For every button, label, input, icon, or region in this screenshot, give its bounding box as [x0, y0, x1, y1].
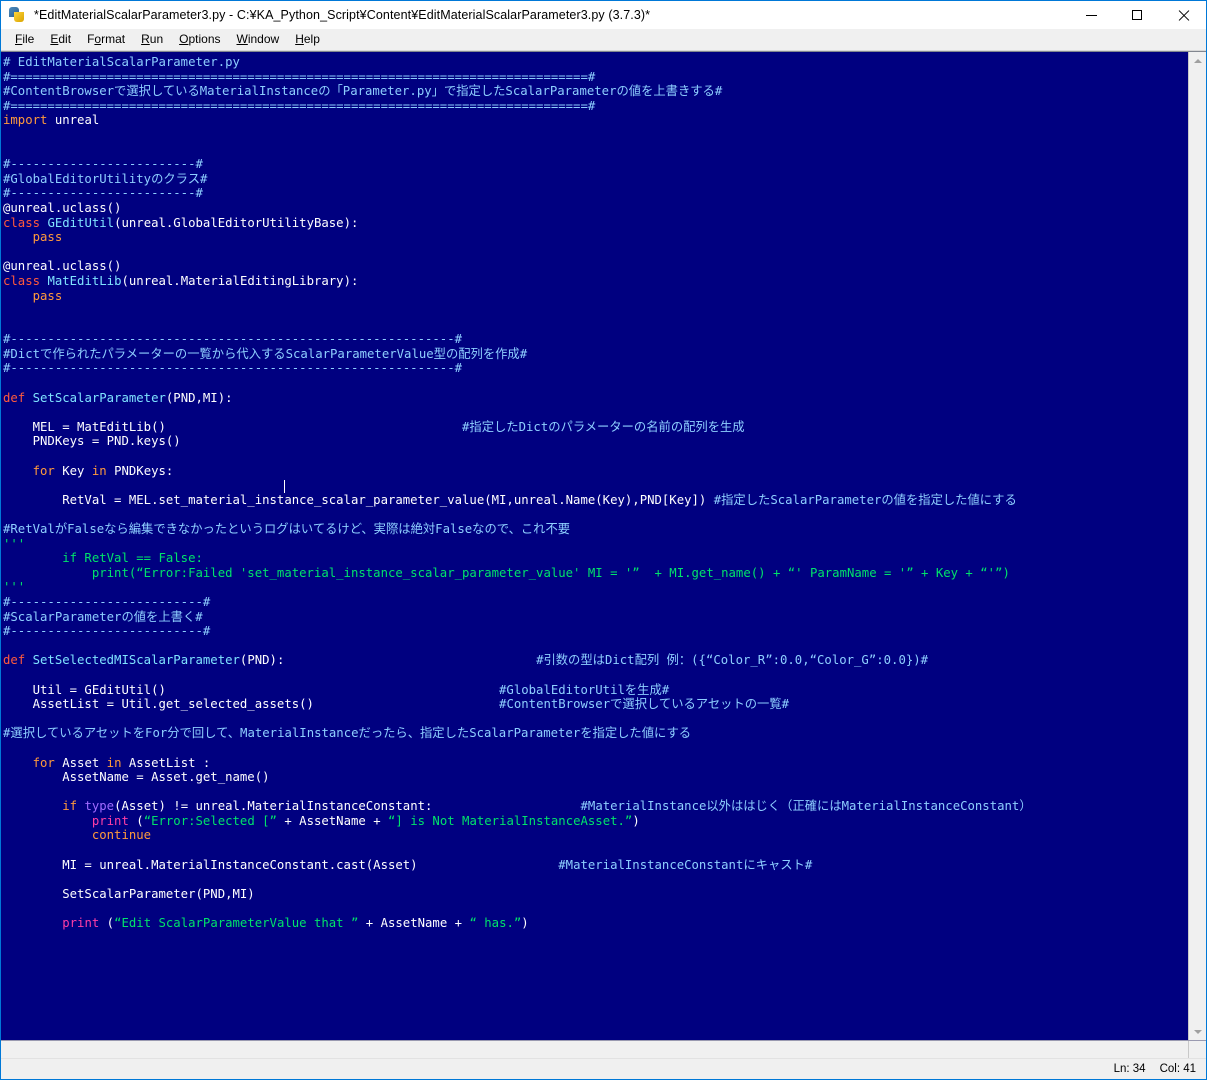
status-bar: Ln: 34 Col: 41 — [1, 1058, 1206, 1079]
window-title: *EditMaterialScalarParameter3.py - C:¥KA… — [34, 8, 651, 22]
horizontal-scrollbar-row — [1, 1040, 1206, 1058]
scrollbar-corner — [1188, 1041, 1206, 1058]
close-icon — [1178, 10, 1189, 21]
menu-item-edit[interactable]: Edit — [42, 31, 79, 48]
chevron-down-icon — [1193, 1029, 1202, 1034]
close-button[interactable] — [1160, 1, 1206, 29]
code-text-area[interactable]: # EditMaterialScalarParameter.py #======… — [1, 52, 1188, 1040]
scroll-up-button[interactable] — [1189, 52, 1206, 69]
status-column-number: Col: 41 — [1159, 1063, 1196, 1075]
idle-editor-window: *EditMaterialScalarParameter3.py - C:¥KA… — [0, 0, 1207, 1080]
minimize-icon — [1085, 14, 1097, 16]
window-controls — [1068, 1, 1206, 29]
menu-item-help[interactable]: Help — [287, 31, 328, 48]
menu-bar: File Edit Format Run Options Window Help — [1, 29, 1206, 51]
source-code: # EditMaterialScalarParameter.py #======… — [3, 55, 1032, 931]
scroll-down-button[interactable] — [1189, 1023, 1206, 1040]
chevron-up-icon — [1193, 58, 1202, 63]
vertical-scrollbar-thumb[interactable] — [1189, 69, 1206, 1023]
minimize-button[interactable] — [1068, 1, 1114, 29]
menu-item-file[interactable]: File — [7, 31, 42, 48]
menu-item-run[interactable]: Run — [133, 31, 171, 48]
menu-item-options[interactable]: Options — [171, 31, 228, 48]
status-line-number: Ln: 34 — [1113, 1063, 1146, 1075]
editor-area: # EditMaterialScalarParameter.py #======… — [1, 51, 1206, 1040]
menu-item-window[interactable]: Window — [229, 31, 288, 48]
text-caret — [284, 480, 285, 493]
title-bar[interactable]: *EditMaterialScalarParameter3.py - C:¥KA… — [1, 1, 1206, 29]
menu-item-format[interactable]: Format — [79, 31, 133, 48]
vertical-scrollbar[interactable] — [1188, 52, 1206, 1040]
horizontal-scrollbar[interactable] — [1, 1041, 1188, 1058]
maximize-icon — [1132, 10, 1142, 20]
maximize-button[interactable] — [1114, 1, 1160, 29]
python-idle-icon — [8, 6, 26, 24]
